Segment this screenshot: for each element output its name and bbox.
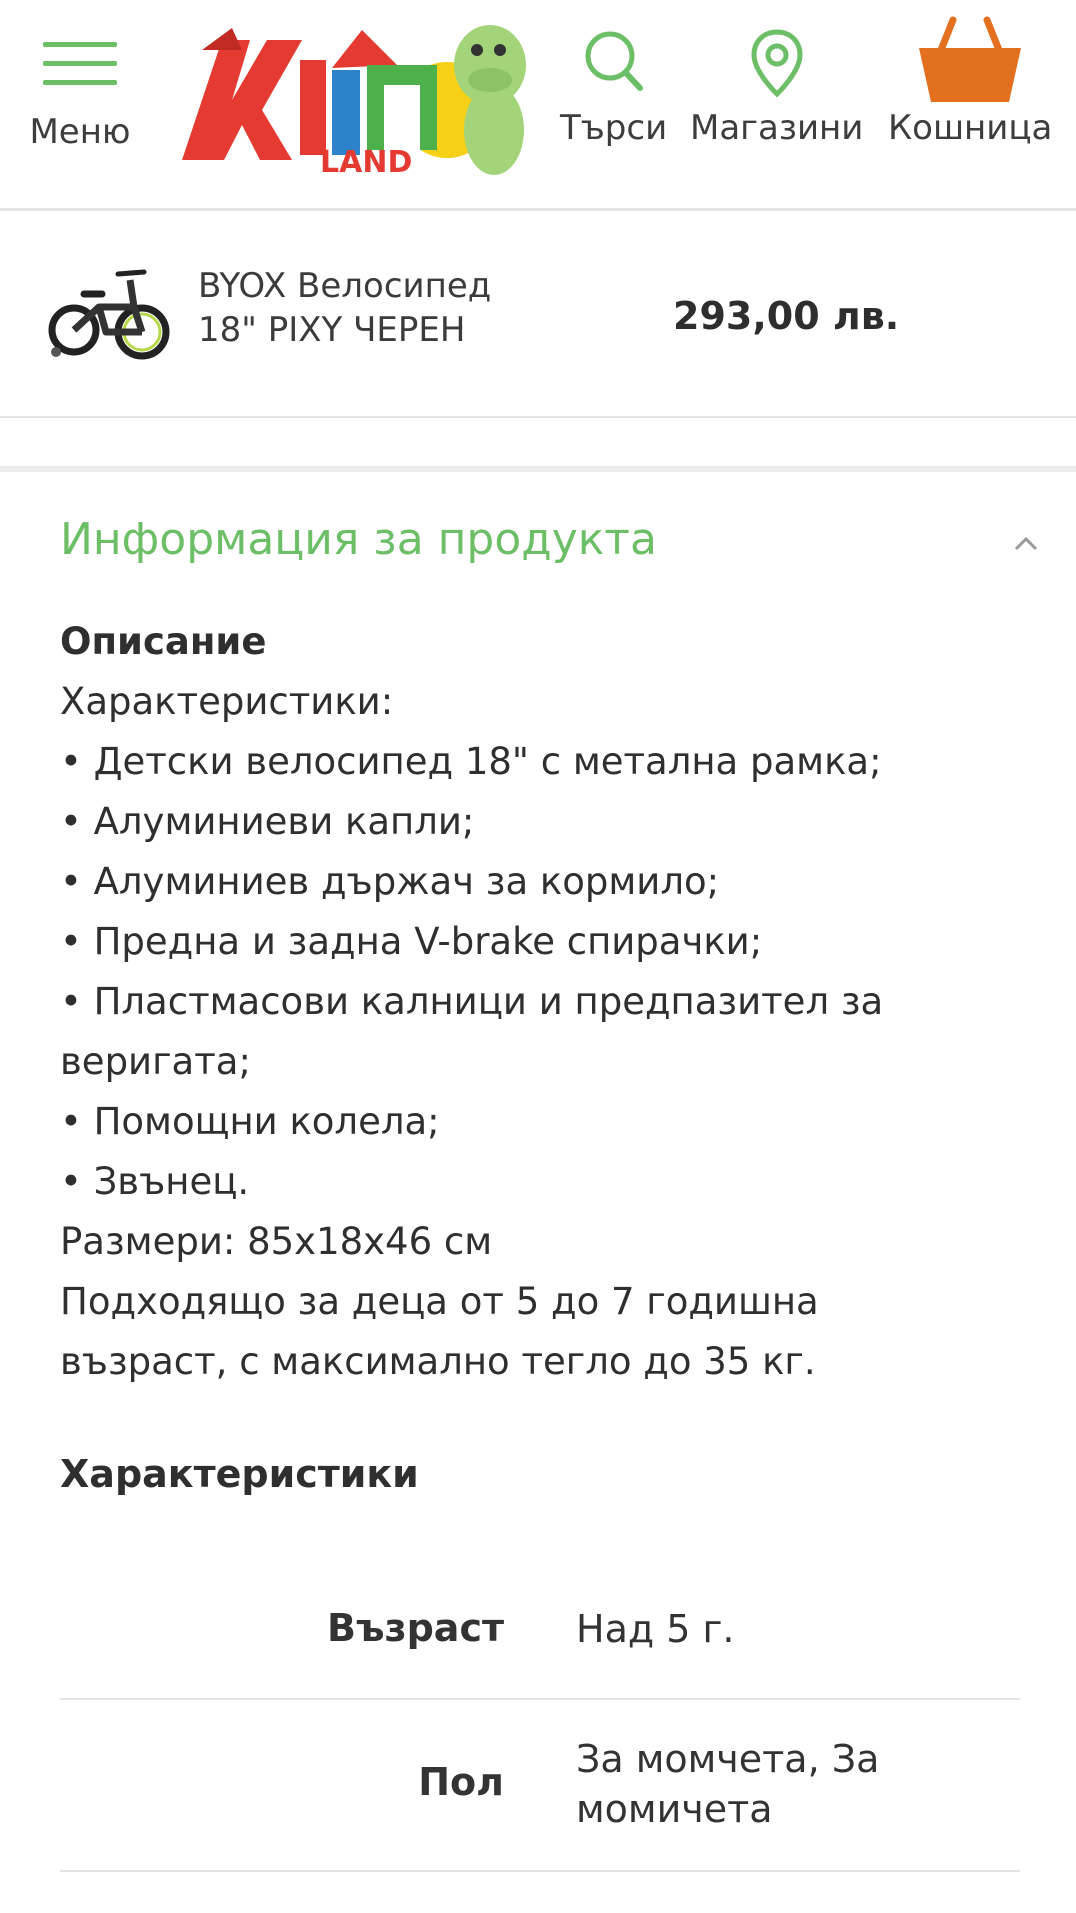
- search-button[interactable]: Търси: [560, 30, 667, 148]
- section-divider: [0, 466, 1076, 472]
- description-line: • Звънец.: [60, 1160, 250, 1203]
- description-line: възраст, с максимално тегло до 35 кг.: [60, 1340, 816, 1383]
- product-summary-row[interactable]: BYOX Велосипед 18" PIXY ЧЕРЕН 293,00 лв.: [0, 212, 1076, 417]
- cart-label: Кошница: [888, 108, 1053, 148]
- description-line: • Предна и задна V-brake спирачки;: [60, 920, 763, 963]
- description-line: • Помощни колела;: [60, 1100, 440, 1143]
- location-pin-icon: [751, 29, 803, 98]
- chevron-up-icon[interactable]: [1012, 530, 1040, 558]
- stores-label: Магазини: [690, 108, 864, 148]
- product-row-divider: [0, 416, 1076, 418]
- product-info-heading[interactable]: Информация за продукта: [60, 514, 657, 565]
- product-description: Описание Характеристики: • Детски велоси…: [60, 612, 1020, 1392]
- search-icon: [585, 31, 643, 91]
- search-label: Търси: [560, 108, 668, 148]
- product-price: 293,00 лв.: [673, 294, 900, 338]
- menu-label: Меню: [29, 112, 131, 152]
- spec-value: Над 5 г.: [576, 1607, 735, 1651]
- description-line: веригата;: [60, 1040, 251, 1083]
- hamburger-icon: [43, 40, 117, 88]
- bicycle-thumbnail[interactable]: [44, 252, 172, 370]
- spec-row-gender: Пол За момчета, За момичета: [60, 1700, 1020, 1872]
- characteristics-heading: Характеристики: [60, 1452, 419, 1496]
- description-line: • Алуминиеви капли;: [60, 800, 475, 843]
- spec-value: За момчета, За момичета: [576, 1737, 880, 1831]
- description-line: • Пластмасови калници и предпазител за: [60, 980, 884, 1023]
- basket-icon: [919, 16, 1022, 102]
- description-line: Характеристики:: [60, 680, 394, 723]
- cart-button[interactable]: Кошница: [888, 14, 1052, 148]
- stores-button[interactable]: Магазини: [690, 28, 863, 148]
- spec-key: Възраст: [327, 1606, 504, 1650]
- description-line: • Детски велосипед 18" с метална рамка;: [60, 740, 882, 783]
- description-line: • Алуминиев държач за кормило;: [60, 860, 720, 903]
- product-name-line2: 18" PIXY ЧЕРЕН: [198, 310, 466, 350]
- logo-land-text: LAND: [320, 145, 412, 180]
- hipoland-logo[interactable]: LAND: [172, 10, 532, 180]
- description-heading: Описание: [60, 620, 267, 663]
- product-name[interactable]: BYOX Велосипед 18" PIXY ЧЕРЕН: [198, 264, 518, 352]
- description-line: Размери: 85x18x46 см: [60, 1220, 493, 1263]
- description-line: Подходящо за деца от 5 до 7 годишна: [60, 1280, 819, 1323]
- product-name-line1: BYOX Велосипед: [198, 266, 492, 306]
- spec-row-age: Възраст Над 5 г.: [60, 1580, 1020, 1700]
- menu-button[interactable]: Меню: [29, 40, 131, 152]
- site-header: Меню LAND Търси Магазини Кошница: [0, 0, 1076, 210]
- header-divider: [0, 208, 1076, 211]
- spec-key: Пол: [418, 1760, 504, 1804]
